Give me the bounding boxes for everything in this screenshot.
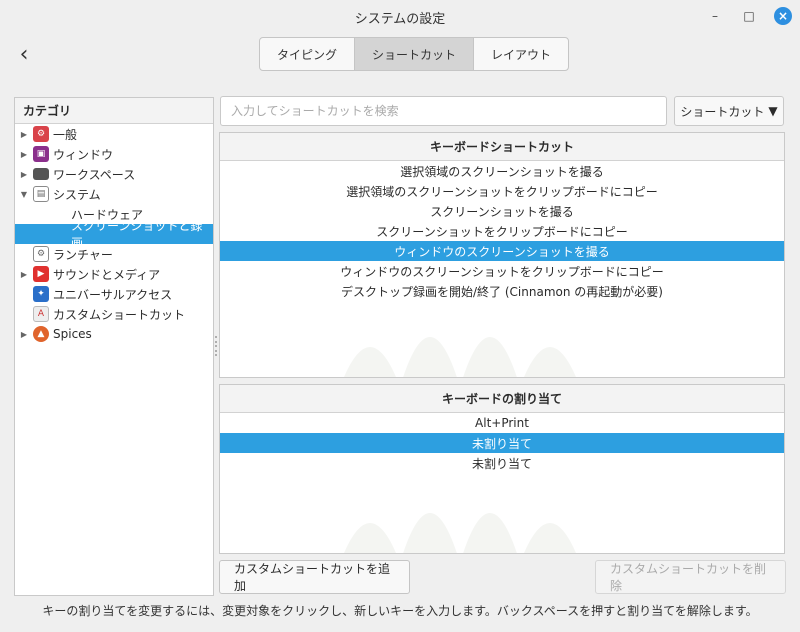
category-launcher[interactable]: ⚙ ランチャー [15,244,213,264]
category-label: カスタムショートカット [53,307,186,322]
keyboard-bindings-header: キーボードの割り当て [220,385,784,413]
category-label: ランチャー [53,247,113,262]
filter-label: ショートカット [680,104,765,119]
accessibility-icon: ✦ [33,286,49,302]
category-list: ▶ ⚙ 一般 ▶ ▣ ウィンドウ ▶ ワークスペース ▼ ▤ システム ハードウ… [15,124,213,344]
category-header: カテゴリ [15,98,213,124]
binding-row-selected[interactable]: 未割り当て [220,433,784,453]
keyboard-bindings-panel: キーボードの割り当て Alt+Print 未割り当て 未割り当て [219,384,785,554]
maximize-button[interactable]: □ [740,7,758,25]
shortcut-row[interactable]: スクリーンショットを撮る [220,201,784,221]
windows-icon: ▣ [33,146,49,162]
system-icon: ▤ [33,186,49,202]
shortcut-row[interactable]: デスクトップ録画を開始/終了 (Cinnamon の再起動が必要) [220,281,784,301]
expander-expanded-icon[interactable]: ▼ [15,190,33,199]
expander-collapsed-icon[interactable]: ▶ [15,270,33,279]
back-button[interactable]: ‹ [14,42,34,67]
binding-row[interactable]: 未割り当て [220,453,784,473]
shortcut-row-selected[interactable]: ウィンドウのスクリーンショットを撮る [220,241,784,261]
add-custom-shortcut-button[interactable]: カスタムショートカットを追加 [219,560,410,594]
search-filter-dropdown[interactable]: ショートカット ▼ [674,96,784,126]
category-label: サウンドとメディア [53,267,161,282]
binding-row[interactable]: Alt+Print [220,413,784,433]
shortcut-row[interactable]: 選択領域のスクリーンショットを撮る [220,161,784,181]
tab-typing[interactable]: タイピング [260,38,356,70]
category-universal-access[interactable]: ✦ ユニバーサルアクセス [15,284,213,304]
category-label: ユニバーサルアクセス [53,287,173,302]
pane-splitter-handle[interactable] [214,336,218,356]
keyboard-shortcuts-header: キーボードショートカット [220,133,784,161]
shortcut-row[interactable]: ウィンドウのスクリーンショットをクリップボードにコピー [220,261,784,281]
status-hint: キーの割り当てを変更するには、変更対象をクリックし、新しいキーを入力します。バッ… [42,603,758,618]
remove-custom-shortcut-button[interactable]: カスタムショートカットを削除 [595,560,786,594]
keyboard-shortcuts-panel: キーボードショートカット 選択領域のスクリーンショットを撮る 選択領域のスクリー… [219,132,785,378]
expander-collapsed-icon[interactable]: ▶ [15,150,33,159]
category-workspace[interactable]: ▶ ワークスペース [15,164,213,184]
category-screenshots-recording[interactable]: スクリーンショットと録画 [15,219,213,250]
shortcut-row[interactable]: 選択領域のスクリーンショットをクリップボードにコピー [220,181,784,201]
category-label: Spices [53,327,92,341]
tab-layout[interactable]: レイアウト [474,38,568,70]
launcher-icon: ⚙ [33,246,49,262]
tab-bar: タイピング ショートカット レイアウト [259,37,570,71]
category-label: 一般 [53,127,78,142]
category-general[interactable]: ▶ ⚙ 一般 [15,124,213,144]
category-sound-media[interactable]: ▶ ▶ サウンドとメディア [15,264,213,284]
custom-shortcut-icon: A [33,306,49,322]
shortcut-search-input[interactable] [220,96,667,126]
category-panel: カテゴリ ▶ ⚙ 一般 ▶ ▣ ウィンドウ ▶ ワークスペース ▼ ▤ システム… [14,97,214,596]
category-system[interactable]: ▼ ▤ システム [15,184,213,204]
title-bar: システムの設定 – □ × [0,0,800,34]
expander-collapsed-icon[interactable]: ▶ [15,130,33,139]
tab-shortcuts[interactable]: ショートカット [355,38,475,70]
category-label: システム [53,187,101,202]
workspace-icon [33,168,49,180]
category-label: ワークスペース [53,167,136,182]
expander-collapsed-icon[interactable]: ▶ [15,170,33,179]
minimize-button[interactable]: – [706,7,724,25]
category-spices[interactable]: ▶ ▲ Spices [15,324,213,344]
spices-icon: ▲ [33,326,49,342]
sound-icon: ▶ [33,266,49,282]
close-button[interactable]: × [774,7,792,25]
category-custom-shortcuts[interactable]: A カスタムショートカット [15,304,213,324]
window-controls: – □ × [706,7,792,25]
general-icon: ⚙ [33,126,49,142]
category-label: ウィンドウ [53,147,114,162]
category-windows[interactable]: ▶ ▣ ウィンドウ [15,144,213,164]
shortcut-row[interactable]: スクリーンショットをクリップボードにコピー [220,221,784,241]
expander-collapsed-icon[interactable]: ▶ [15,330,33,339]
window-title: システムの設定 [354,11,446,27]
dropdown-arrow-icon: ▼ [768,104,778,118]
